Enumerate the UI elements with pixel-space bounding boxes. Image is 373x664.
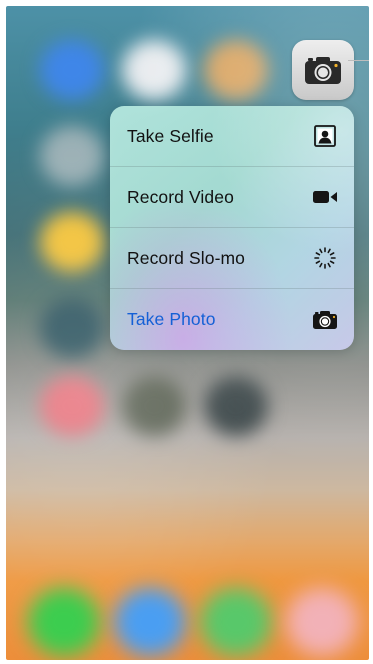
- edge-indicator-line: [348, 60, 369, 61]
- quick-action-take-selfie[interactable]: Take Selfie: [110, 106, 354, 167]
- dock-safari-icon[interactable]: [114, 588, 186, 656]
- quick-action-label: Take Selfie: [127, 125, 214, 146]
- video-camera-icon: [312, 186, 338, 208]
- dock-music-icon[interactable]: [286, 588, 358, 656]
- quick-action-take-photo[interactable]: Take Photo: [110, 289, 354, 350]
- quick-action-record-video[interactable]: Record Video: [110, 167, 354, 228]
- selfie-portrait-icon: [312, 125, 338, 147]
- slo-mo-icon: [312, 247, 338, 269]
- camera-app-icon[interactable]: [292, 40, 354, 100]
- quick-action-label: Take Photo: [127, 309, 216, 329]
- quick-action-record-slo-mo[interactable]: Record Slo-mo: [110, 228, 354, 289]
- camera-icon: [312, 309, 338, 331]
- quick-action-label: Record Slo-mo: [127, 247, 246, 268]
- quick-action-label: Record Video: [127, 186, 234, 207]
- dock-messages-icon[interactable]: [200, 588, 272, 656]
- quick-actions-menu: Take Selfie Record Video Record Slo-mo T…: [110, 106, 354, 350]
- home-screen: Take Selfie Record Video Record Slo-mo T…: [6, 6, 369, 660]
- camera-icon: [305, 57, 341, 84]
- dock-phone-icon[interactable]: [28, 588, 100, 656]
